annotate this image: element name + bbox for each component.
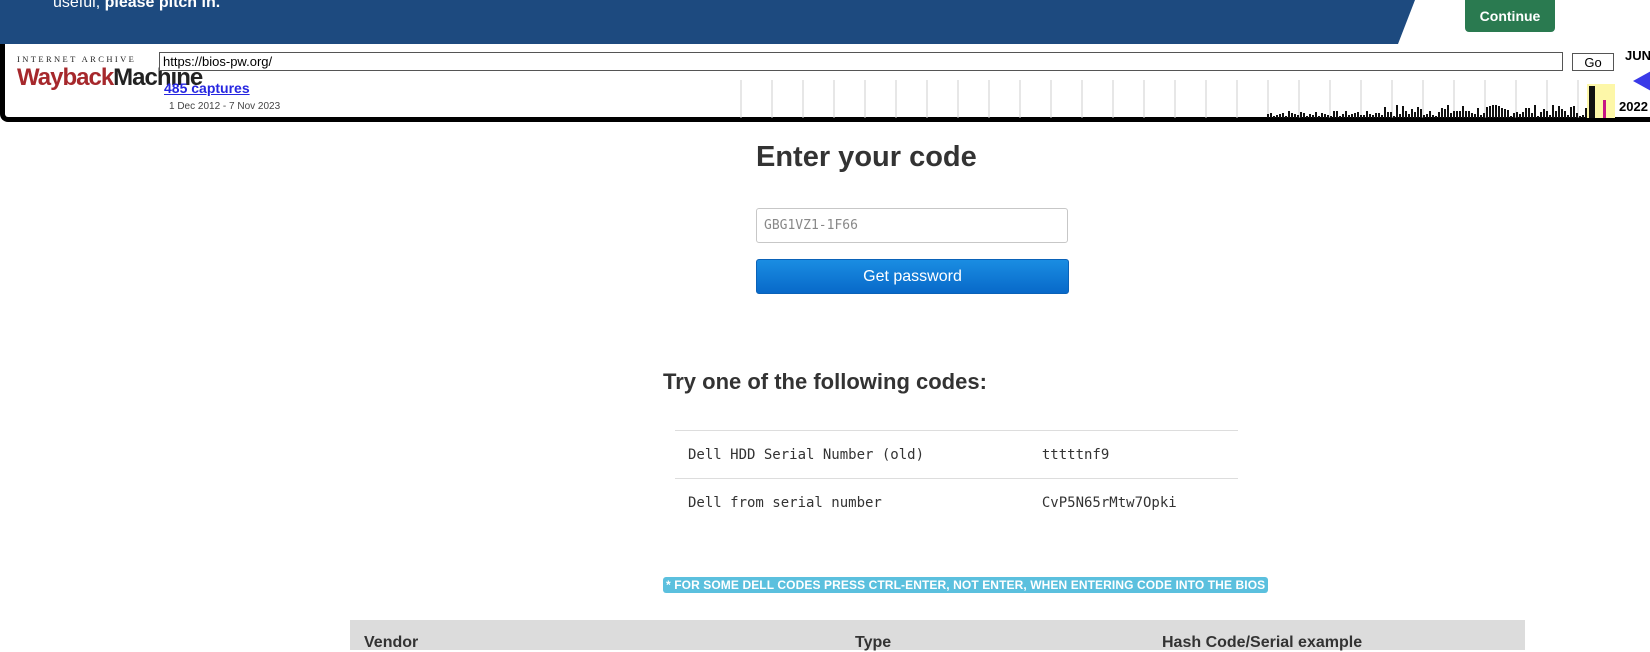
banner-text-bold: please pitch in. (104, 0, 221, 11)
capture-date-range: 1 Dec 2012 - 7 Nov 2023 (169, 101, 281, 112)
continue-button[interactable]: Continue (1465, 0, 1555, 32)
code-input[interactable] (756, 208, 1068, 243)
go-button[interactable]: Go (1572, 53, 1614, 71)
wayback-logo[interactable]: INTERNET ARCHIVE WaybackMachine (17, 54, 203, 91)
captures-link[interactable]: 485 captures (164, 80, 250, 96)
wayback-logo-main: WaybackMachine (17, 64, 203, 91)
code-value: CvP5N65rMtw7Opki (1041, 478, 1238, 526)
wayback-logo-word-1: Wayback (17, 64, 114, 91)
vendor-table-header: Vendor Type Hash Code/Serial example (350, 620, 1525, 651)
get-password-button[interactable]: Get password (756, 259, 1069, 294)
wayback-toolbar: INTERNET ARCHIVE WaybackMachine Go JUN 4… (0, 44, 1650, 122)
current-year[interactable]: 2022 (1619, 99, 1648, 114)
banner-background (0, 0, 1415, 44)
table-row: Dell HDD Serial Number (old) tttttnf9 (675, 430, 1238, 479)
code-type: Dell HDD Serial Number (old) (675, 430, 1042, 479)
wayback-url-input[interactable] (159, 52, 1563, 71)
codes-table: Dell HDD Serial Number (old) tttttnf9 De… (675, 430, 1238, 526)
banner-message: useful, please pitch in. (53, 0, 220, 12)
capture-sparkline[interactable] (737, 80, 1617, 118)
header-type: Type (855, 634, 892, 651)
header-hash-code: Hash Code/Serial example (1162, 634, 1363, 651)
dell-note-badge: * FOR SOME DELL CODES PRESS CTRL-ENTER, … (663, 577, 1269, 593)
code-value: tttttnf9 (1041, 430, 1238, 479)
wayback-logo-top: INTERNET ARCHIVE (17, 54, 137, 64)
current-month[interactable]: JUN (1625, 48, 1650, 63)
try-codes-heading: Try one of the following codes: (663, 369, 987, 394)
code-type: Dell from serial number (675, 478, 1042, 526)
banner-text-normal: useful, (53, 0, 105, 11)
header-vendor: Vendor (364, 634, 419, 651)
previous-capture-arrow-icon[interactable] (1633, 70, 1650, 92)
table-row: Dell from serial number CvP5N65rMtw7Opki (675, 478, 1238, 526)
donation-banner: useful, please pitch in. Continue (0, 0, 1650, 44)
page-title: Enter your code (756, 141, 977, 173)
